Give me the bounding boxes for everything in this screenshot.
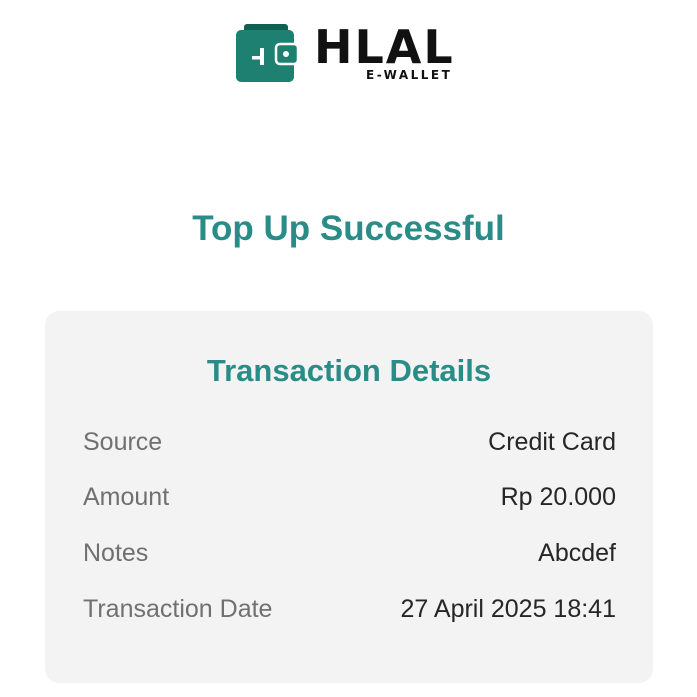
wallet-icon [236,24,298,82]
brand-subtitle: E-WALLET [366,68,453,82]
detail-label: Transaction Date [83,595,273,623]
detail-row-notes: Notes Abcdef [83,535,616,571]
detail-value: Credit Card [488,428,616,456]
detail-value: Rp 20.000 [500,483,616,511]
top-up-success-screen: HLAL E-WALLET Top Up Successful Transact… [0,0,697,697]
detail-label: Amount [83,483,170,511]
detail-value: Abcdef [538,539,616,567]
detail-row-source: Source Credit Card [83,424,616,460]
transaction-details-card: Transaction Details Source Credit Card A… [45,311,653,683]
detail-label: Notes [83,539,149,567]
detail-value: 27 April 2025 18:41 [400,595,616,623]
status-title: Top Up Successful [192,209,505,248]
transaction-details-title: Transaction Details [206,353,492,388]
brand-name: HLAL [314,20,455,74]
brand-logo: HLAL E-WALLET [236,20,466,84]
detail-row-amount: Amount Rp 20.000 [83,479,616,515]
detail-row-transaction-date: Transaction Date 27 April 2025 18:41 [83,591,616,627]
detail-label: Source [83,428,163,456]
